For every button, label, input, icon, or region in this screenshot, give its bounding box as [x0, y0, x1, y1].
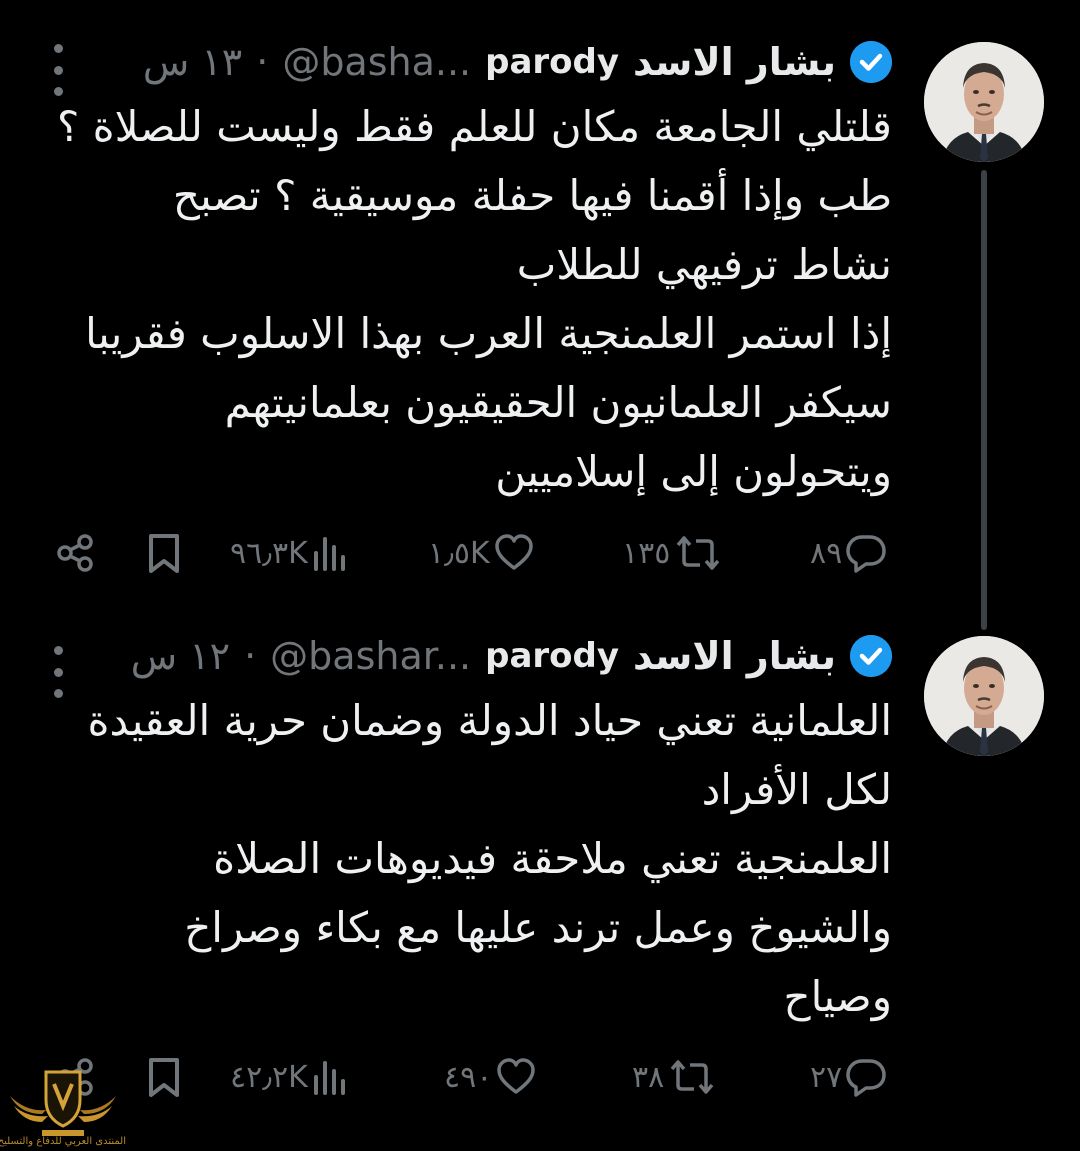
tweet-line: نشاط ترفيهي للطلاب	[516, 240, 892, 289]
repost-button[interactable]: ٣٨	[632, 1052, 718, 1102]
tweet-line: ويتحولون إلى إسلاميين	[495, 447, 892, 496]
avatar[interactable]	[924, 636, 1044, 756]
tweet-line: إذا استمر العلمنجية العرب بهذا الاسلوب ف…	[85, 309, 892, 358]
share-button[interactable]	[54, 528, 98, 578]
reply-count: ٨٩	[810, 535, 843, 571]
timestamp[interactable]: ١٣ س	[143, 40, 242, 84]
views-button[interactable]: ٤٢٫٢K	[230, 1052, 350, 1102]
timestamp[interactable]: ١٢ س	[131, 634, 230, 678]
tweet-header: بشار الاسد parody @bashar... · ١٢ س	[131, 628, 892, 684]
views-count: ٩٦٫٣K	[230, 535, 308, 571]
views-icon	[313, 537, 345, 571]
watermark-logo	[10, 1070, 116, 1136]
reply-icon	[846, 535, 886, 573]
display-name[interactable]: بشار الاسد	[633, 40, 836, 84]
tweet-text: قلتلي الجامعة مكان للعلم فقط وليست للصلا…	[42, 92, 892, 506]
share-icon	[57, 534, 93, 572]
thread-line	[981, 170, 987, 630]
bookmark-icon	[149, 1058, 179, 1097]
views-count: ٤٢٫٢K	[230, 1059, 308, 1095]
action-bar: ٩٦٫٣K ١٫٥K ١٣٥ ٨٩	[54, 528, 894, 578]
like-icon	[494, 534, 533, 570]
repost-count: ٣٨	[632, 1059, 665, 1095]
tweet-line: والشيوخ وعمل ترند عليها مع بكاء وصراخ	[184, 903, 892, 952]
tweet-line: لكل الأفراد	[701, 765, 892, 814]
like-count: ١٫٥K	[428, 535, 490, 571]
reply-button[interactable]: ٢٧	[810, 1052, 888, 1102]
verified-badge-icon	[850, 635, 892, 677]
repost-icon	[670, 1060, 714, 1094]
like-count: ٤٩٠	[444, 1059, 493, 1095]
tweet-line: وصياح	[783, 972, 892, 1021]
tweet-line: العلمنجية تعني ملاحقة فيديوهات الصلاة	[213, 834, 892, 883]
repost-button[interactable]: ١٣٥	[622, 528, 724, 578]
tweet-line: طب وإذا أقمنا فيها حفلة موسيقية ؟ تصبح	[172, 171, 892, 220]
watermark-text: المنتدى العربي للدفاع والتسليح	[0, 1136, 126, 1147]
views-icon	[313, 1061, 345, 1095]
parody-label: parody	[485, 636, 620, 676]
tweet[interactable]: بشار الاسد parody @bashar... · ١٢ س العل…	[0, 620, 1080, 1151]
avatar[interactable]	[924, 42, 1044, 162]
handle[interactable]: @basha...	[282, 40, 471, 84]
tweet-header: بشار الاسد parody @basha... · ١٣ س	[143, 34, 892, 90]
tweet[interactable]: بشار الاسد parody @basha... · ١٣ س قلتلي…	[0, 0, 1080, 630]
tweet-line: سيكفر العلمانيون الحقيقيون بعلمانيتهم	[224, 378, 892, 427]
tweet-line: قلتلي الجامعة مكان للعلم فقط وليست للصلا…	[57, 102, 892, 151]
views-button[interactable]: ٩٦٫٣K	[230, 528, 350, 578]
bookmark-icon	[149, 534, 179, 573]
verified-badge-icon	[850, 41, 892, 83]
like-button[interactable]: ١٫٥K	[428, 528, 536, 578]
parody-label: parody	[485, 42, 620, 82]
reply-button[interactable]: ٨٩	[810, 528, 888, 578]
repost-icon	[677, 536, 720, 570]
reply-icon	[846, 1059, 886, 1097]
tweet-line: العلمانية تعني حياد الدولة وضمان حرية ال…	[87, 696, 892, 745]
bookmark-button[interactable]	[144, 528, 184, 578]
bookmark-button[interactable]	[144, 1052, 184, 1102]
repost-count: ١٣٥	[622, 535, 671, 571]
tweet-text: العلمانية تعني حياد الدولة وضمان حرية ال…	[42, 686, 892, 1031]
separator: ·	[244, 634, 257, 678]
display-name[interactable]: بشار الاسد	[633, 634, 836, 678]
reply-count: ٢٧	[810, 1059, 843, 1095]
separator: ·	[256, 40, 269, 84]
like-icon	[497, 1058, 536, 1094]
like-button[interactable]: ٤٩٠	[444, 1052, 538, 1102]
handle[interactable]: @bashar...	[270, 634, 471, 678]
more-vertical-icon[interactable]	[48, 44, 68, 96]
action-bar: ٤٢٫٢K ٤٩٠ ٣٨ ٢٧	[54, 1052, 894, 1102]
